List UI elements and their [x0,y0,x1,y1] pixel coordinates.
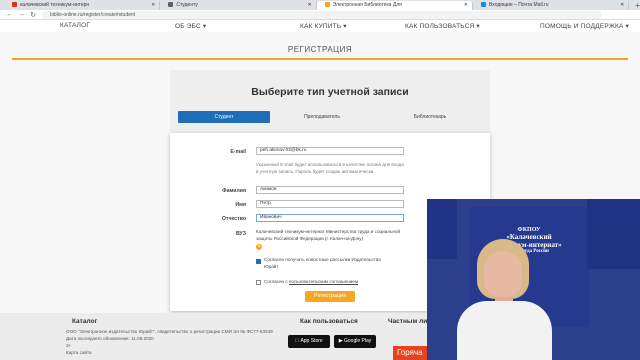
footer-private-title[interactable]: Частным ли [388,318,427,325]
new-tab-button[interactable]: + [629,1,640,10]
back-icon[interactable]: ← [6,11,13,18]
webcam-overlay: ФКПОУ «Калачевский техникум-интернат» Ми… [427,199,640,360]
page-title: РЕГИСТРАЦИЯ [287,45,353,54]
help-icon[interactable]: ? [256,244,262,250]
nav-how-to-buy[interactable]: КАК КУПИТЬ ▾ [300,22,347,30]
email-hint: Указанный E-mail будет использоваться в … [256,162,404,174]
play-icon: ▶ [338,338,343,344]
url-input[interactable]: biblio-online.ru/register/create#student [42,10,602,19]
agreement-checkbox[interactable] [256,280,261,285]
close-tab-icon[interactable]: ✕ [464,1,468,10]
tab-favicon-icon [480,2,486,7]
banner-left [427,199,457,259]
tab-favicon-icon [324,2,330,7]
newsletter-label: Согласен получать новостные рассылки Изд… [264,257,381,269]
agreement-label: Согласен с пользовательским соглашением [264,279,358,284]
person-face [484,251,522,297]
browser-tab-2[interactable]: Студенту ✕ [160,1,317,10]
lastname-label: Фамилия [222,188,246,194]
tab-student[interactable]: Студент [178,111,270,123]
vuz-label: ВУЗ [235,231,246,237]
site-nav: КАТАЛОГ ОБ ЭБС ▾ КАК КУПИТЬ ▾ КАК ПОЛЬЗО… [0,20,640,32]
nav-help[interactable]: ПОМОЩЬ И ПОДДЕРЖКА ▾ [540,22,629,30]
nav-about[interactable]: ОБ ЭБС ▾ [175,22,206,30]
browser-tab-3[interactable]: Электронная Библиотека Для ✕ [316,1,473,10]
address-bar: ← → ↻ biblio-online.ru/register/create#s… [0,10,640,20]
footer-copyright: ООО "Электронное издательство Юрайт", св… [66,329,273,334]
agreement-link[interactable]: пользовательским соглашением [289,279,358,284]
reload-icon[interactable]: ↻ [30,11,36,19]
tab-favicon-icon [12,2,17,7]
firstname-field[interactable]: Петр [256,200,404,208]
tab-favicon-icon [168,2,174,7]
close-tab-icon[interactable]: ✕ [620,1,624,10]
tab-teacher[interactable]: Преподаватель [276,111,368,123]
patronymic-label: Отчество [221,216,246,222]
close-tab-icon[interactable]: ✕ [151,1,155,10]
newsletter-checkbox[interactable] [256,259,261,264]
patronymic-field[interactable]: Иванович [256,214,404,222]
app-store-button[interactable]:  App Store [288,335,330,348]
vuz-value[interactable]: Калачевский техникум-интернат Министерст… [256,229,416,242]
footer-how-to-use-title[interactable]: Как пользоваться [300,318,358,325]
nav-catalog[interactable]: КАТАЛОГ [60,22,90,29]
forward-icon[interactable]: → [18,11,25,18]
google-play-button[interactable]: ▶ Google Play [334,335,376,348]
email-label: E-mail [230,149,246,155]
footer-catalog-title[interactable]: Каталог [72,318,97,325]
nav-how-to-use[interactable]: КАК ПОЛЬЗОВАТЬСЯ ▾ [405,22,480,30]
browser-tab-4[interactable]: Входящие – Почта Mail.ru ✕ [472,1,630,10]
browser-tab-bar: калачевский техникум-интерн ✕ Студенту ✕ Э… [0,0,640,10]
title-divider [12,58,628,60]
apple-icon:  [295,338,299,344]
tab-librarian[interactable]: Библиотекарь [384,111,476,123]
person-body [457,301,552,360]
footer-last-update: Дата последнего обновления: 11.09.2020 [66,336,154,341]
footer-age-rating: 3+ [66,343,72,348]
footer-sitemap-link[interactable]: Карта сайта [66,350,92,357]
email-field[interactable]: peh.akimov.03@bk.ru [256,147,404,155]
browser-tab-1[interactable]: калачевский техникум-интерн ✕ [4,1,161,10]
lastname-field[interactable]: Акимов [256,186,404,194]
register-button[interactable]: Регистрация [305,291,355,302]
close-tab-icon[interactable]: ✕ [307,1,311,10]
firstname-label: Имя [235,202,246,208]
account-type-title: Выберите тип учетной записи [251,86,409,98]
banner-right [587,199,640,269]
